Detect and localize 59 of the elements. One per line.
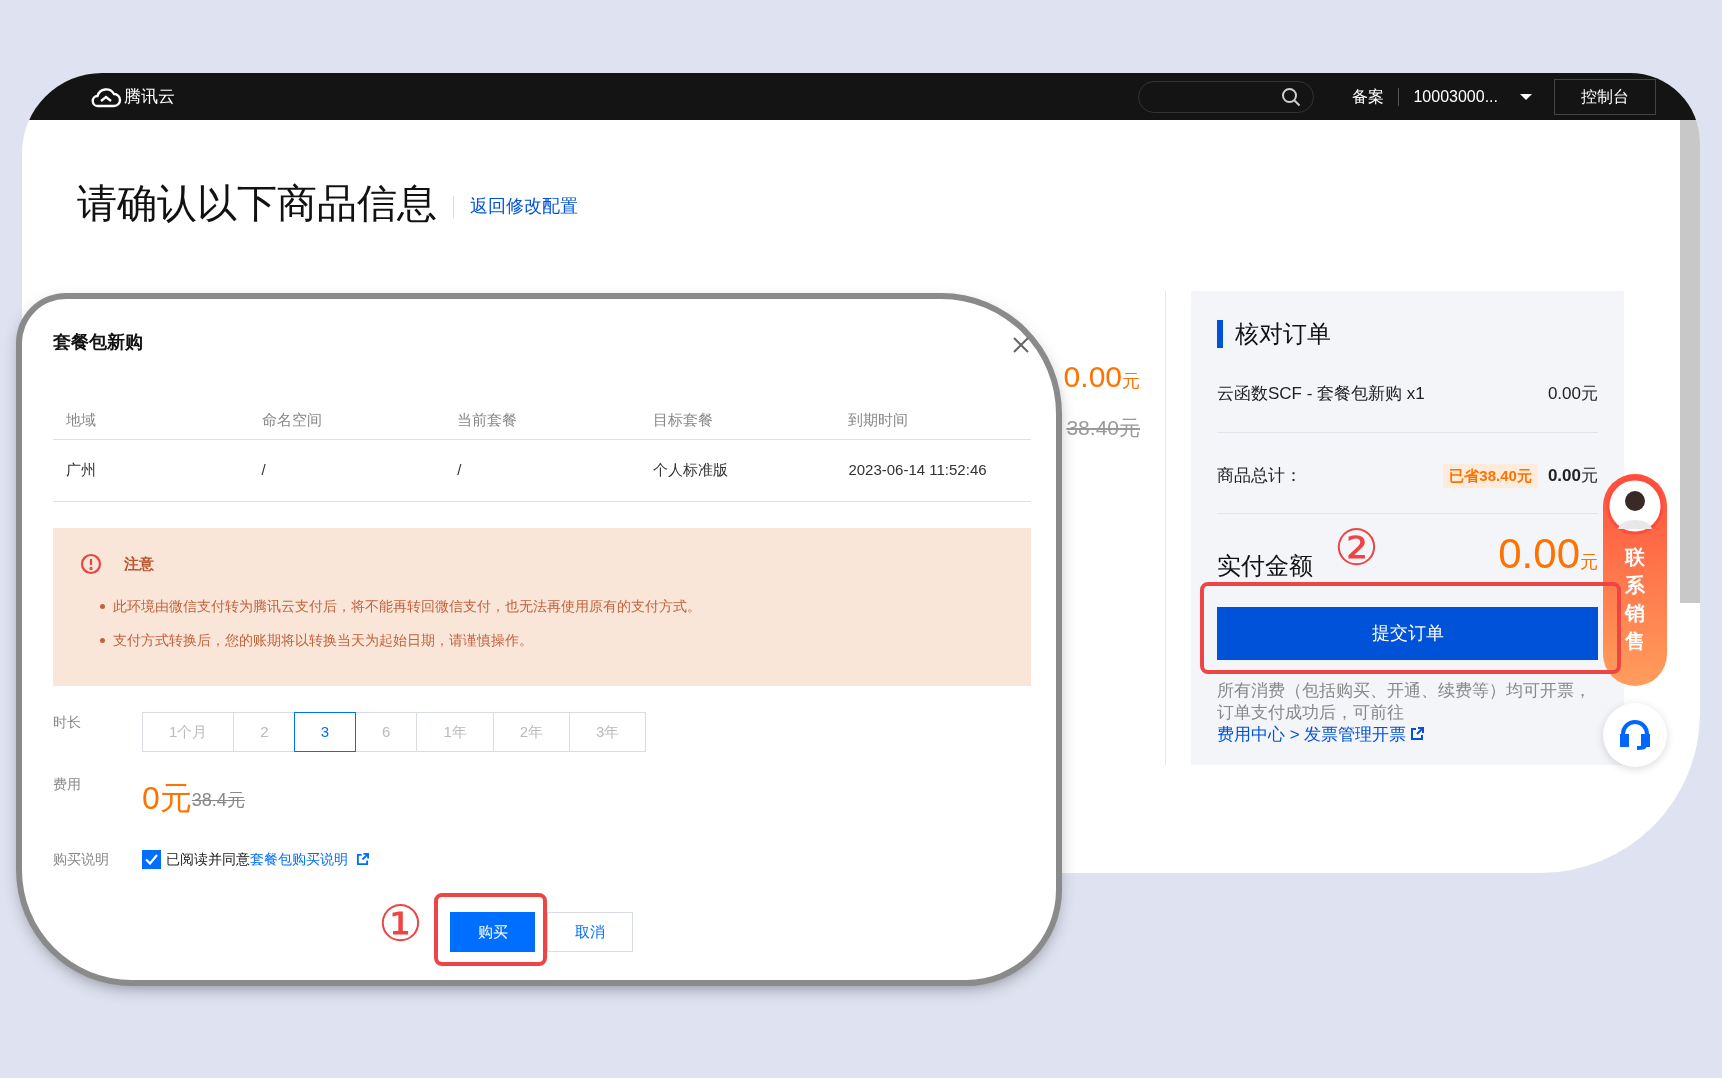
order-item-amount: 0.00元: [1547, 383, 1598, 406]
account-menu[interactable]: 10003000...: [1413, 84, 1532, 109]
invoice-link[interactable]: 费用中心 > 发票管理开票: [1217, 725, 1425, 744]
step-number: ①: [378, 896, 423, 952]
notice-text: 支付方式转换后，您的账期将以转换当天为起始日期，请谨慎操作。: [113, 630, 533, 650]
fee-amount: 0元: [142, 780, 192, 816]
step-number: ②: [1334, 520, 1379, 576]
column-header: 地域: [65, 410, 96, 431]
cancel-button[interactable]: 取消: [547, 912, 633, 952]
saved-badge: 已省38.40元: [1443, 464, 1538, 488]
total-label: 商品总计：: [1217, 465, 1302, 488]
buy-button[interactable]: 购买: [450, 912, 535, 952]
close-icon[interactable]: [1013, 337, 1029, 353]
brand-name[interactable]: 腾讯云: [124, 83, 175, 110]
table-cell-text: /: [456, 460, 462, 481]
notice-text: 此环境由微信支付转为腾讯云支付后，将不能再转回微信支付，也无法再使用原有的支付方式。: [113, 596, 701, 616]
panel-title: 核对订单: [1235, 319, 1331, 349]
price: 0.00元: [1063, 361, 1140, 395]
invoice-note: 所有消费（包括购买、开通、续费等）均可开票，订单支付成功后，可前往 费用中心 > 发票管理开票: [1217, 680, 1592, 746]
pay-label: 实付金额: [1217, 551, 1313, 581]
column-header: 目标套餐: [651, 410, 713, 431]
terms-link[interactable]: 套餐包购买说明: [250, 848, 348, 870]
headset-icon: [1619, 720, 1651, 750]
submit-order-button[interactable]: 提交订单: [1217, 607, 1598, 660]
field-label: 时长: [53, 713, 82, 732]
dialog-title: 套餐包新购: [53, 330, 143, 354]
agent-avatar-icon: [1606, 477, 1664, 535]
table-cell-text: /: [260, 460, 266, 481]
field-label: 购买说明: [53, 849, 110, 869]
column-header: 到期时间: [847, 410, 909, 431]
column-header: 命名空间: [260, 410, 322, 431]
cloud-logo-icon: [90, 85, 122, 108]
warning-icon: [80, 553, 102, 576]
notice-title: 注意: [124, 554, 154, 574]
pay-amount: 0.00元: [1498, 532, 1598, 579]
table-cell-text: 个人标准版: [651, 460, 728, 481]
agreement-checkbox[interactable]: [142, 849, 161, 869]
column-header: 当前套餐: [456, 410, 518, 431]
original-fee: 38.4元: [191, 790, 245, 810]
table-cell-text: 2023-06-14 11:52:46: [847, 460, 987, 481]
search-icon: [1281, 86, 1302, 107]
back-link[interactable]: 返回修改配置: [470, 193, 578, 220]
duration-option[interactable]: 3: [294, 713, 356, 751]
table-cell-text: 广州: [65, 460, 96, 481]
heading-marker: [1217, 320, 1223, 348]
page-title: 请确认以下商品信息: [77, 180, 437, 227]
total-amount: 0.00元: [1547, 465, 1598, 488]
scrollbar-thumb[interactable]: [1680, 120, 1700, 603]
agreement-text: 已阅读并同意: [166, 849, 250, 869]
contact-sales-widget[interactable]: 联系销售: [1603, 474, 1667, 686]
nav-link[interactable]: 备案: [1352, 84, 1385, 109]
order-item-name: 云函数SCF - 套餐包新购 x1: [1217, 383, 1425, 406]
contact-sales-label: 联系销售: [1625, 545, 1645, 654]
original-price: 38.40元: [1066, 416, 1140, 440]
field-label: 费用: [53, 775, 82, 794]
console-button[interactable]: 控制台: [1554, 78, 1656, 115]
caret-icon: [1520, 93, 1532, 100]
external-link-icon: [1410, 727, 1425, 741]
external-link-icon[interactable]: [356, 852, 369, 866]
